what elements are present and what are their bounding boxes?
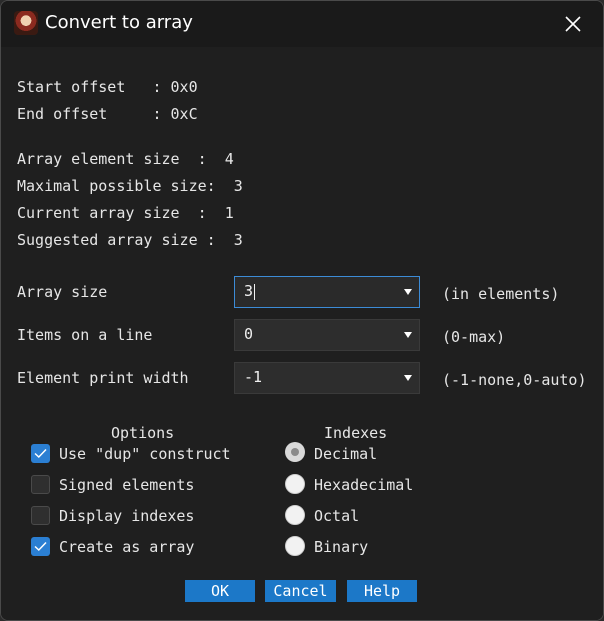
cancel-button[interactable]: Cancel [265,580,336,602]
binary-radio[interactable] [285,536,305,556]
array-size-label: Array size [17,283,108,301]
array-size-combobox[interactable]: 3 [234,276,420,308]
element-print-width-label: Element print width [17,369,189,387]
close-icon [565,16,581,32]
end-offset-text: End offset : 0xC [17,105,198,123]
element-print-width-combobox[interactable]: -1 [234,362,420,394]
items-on-line-hint: (0-max) [442,328,506,346]
signed-elements-label[interactable]: Signed elements [59,476,194,494]
decimal-label[interactable]: Decimal [314,445,377,463]
display-indexes-label[interactable]: Display indexes [59,507,194,525]
create-as-array-label[interactable]: Create as array [59,538,194,556]
signed-elements-checkbox[interactable] [31,475,50,494]
chevron-down-icon[interactable] [404,289,412,295]
maximal-possible-size-text: Maximal possible size: 3 [17,177,243,195]
suggested-array-size-text: Suggested array size : 3 [17,231,243,249]
convert-to-array-dialog: Convert to array Start offset : 0x0 End … [0,0,604,621]
octal-radio[interactable] [285,505,305,525]
array-element-size-text: Array element size : 4 [17,150,234,168]
chevron-down-icon[interactable] [404,375,412,381]
window-title: Convert to array [45,12,193,33]
create-as-array-checkbox[interactable] [31,537,50,556]
options-group-title: Options [111,424,175,442]
chevron-down-icon[interactable] [404,332,412,338]
octal-label[interactable]: Octal [314,507,359,525]
display-indexes-checkbox[interactable] [31,506,50,525]
items-on-line-value[interactable]: 0 [244,325,253,343]
indexes-group-title: Indexes [324,424,388,442]
array-size-hint: (in elements) [442,285,560,303]
decimal-radio[interactable] [285,442,305,462]
help-button[interactable]: Help [347,580,417,602]
binary-label[interactable]: Binary [314,538,368,556]
element-print-width-value[interactable]: -1 [244,368,262,386]
use-dup-construct-checkbox[interactable] [31,444,50,463]
use-dup-construct-label[interactable]: Use "dup" construct [59,445,231,463]
dialog-body: Start offset : 0x0 End offset : 0xC Arra… [1,47,603,620]
ok-button[interactable]: OK [185,580,255,602]
checkmark-icon [34,448,47,459]
array-size-value[interactable]: 3 [244,282,253,300]
close-button[interactable] [557,9,589,39]
app-avatar-icon [14,11,38,35]
hexadecimal-radio[interactable] [285,474,305,494]
element-print-width-hint: (-1-none,0-auto) [442,371,587,389]
title-bar[interactable]: Convert to array [1,1,603,47]
items-on-line-label: Items on a line [17,326,153,344]
items-on-line-combobox[interactable]: 0 [234,319,420,351]
text-caret [254,284,255,300]
hexadecimal-label[interactable]: Hexadecimal [314,476,413,494]
checkmark-icon [34,541,47,552]
start-offset-text: Start offset : 0x0 [17,78,198,96]
current-array-size-text: Current array size : 1 [17,204,234,222]
